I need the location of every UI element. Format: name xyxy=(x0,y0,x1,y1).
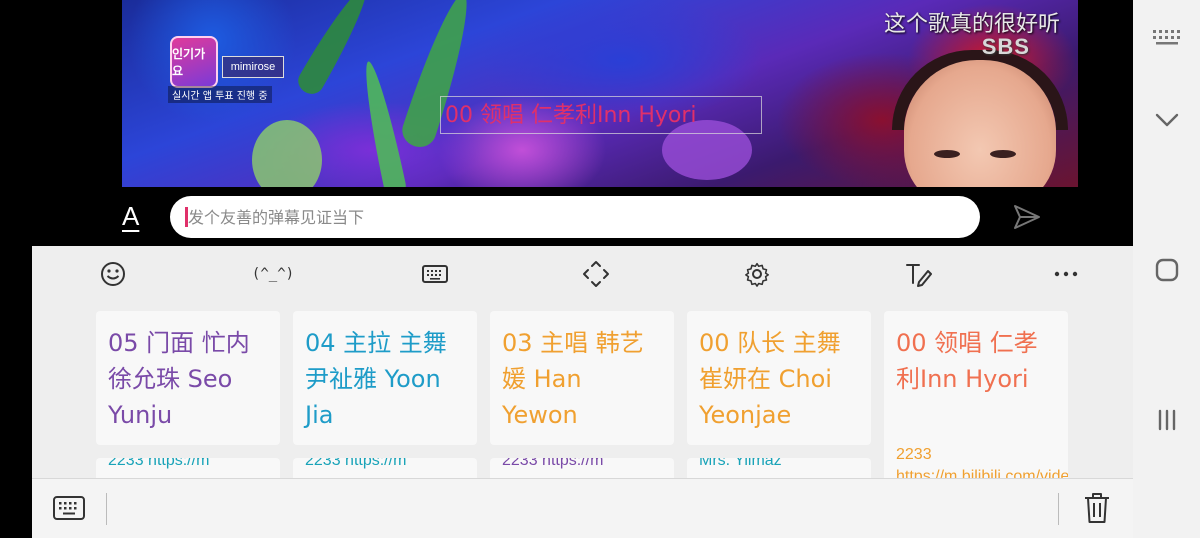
video-leaf xyxy=(357,59,409,187)
clipboard-text: 2233 https://m xyxy=(108,458,210,469)
clipboard-item[interactable]: 03 主唱 韩艺媛 Han Yewon xyxy=(490,311,674,445)
send-button[interactable] xyxy=(1012,203,1042,231)
handwriting-icon xyxy=(906,264,932,287)
trash-icon xyxy=(1085,493,1109,523)
clipboard-text: 2233 https://m xyxy=(502,458,604,469)
more-button[interactable] xyxy=(1046,256,1086,292)
show-logo: 인기가요 xyxy=(170,36,218,88)
more-icon xyxy=(1054,271,1078,277)
keyboard-switch-icon xyxy=(1153,30,1180,45)
delete-button[interactable] xyxy=(1082,491,1112,525)
recents-icon xyxy=(1158,409,1176,431)
broadcaster-logo: SBS xyxy=(981,34,1030,59)
divider xyxy=(1058,493,1059,525)
show-caption: 실시간 앱 투표 진행 중 xyxy=(168,86,272,103)
home-button[interactable] xyxy=(1151,254,1183,286)
keyboard-switch-button[interactable] xyxy=(1151,22,1183,54)
switch-keyboard-button[interactable] xyxy=(52,493,86,523)
clipboard-text: 03 主唱 韩艺媛 Han Yewon xyxy=(502,329,644,429)
show-logo-text: 인기가요 xyxy=(172,47,206,78)
handwriting-button[interactable] xyxy=(898,256,938,292)
divider xyxy=(106,493,107,525)
recents-button[interactable] xyxy=(1151,404,1183,436)
clipboard-text: 00 领唱 仁孝利Inn Hyori xyxy=(896,329,1038,393)
text-caret xyxy=(185,207,188,227)
danmaku-input[interactable] xyxy=(170,196,980,238)
move-button[interactable] xyxy=(576,256,616,292)
send-icon xyxy=(1014,205,1040,229)
chevron-down-icon xyxy=(1155,113,1179,127)
clipboard-item[interactable]: 00 队长 主舞 崔妍在 Choi Yeonjae xyxy=(687,311,871,445)
keyboard-button[interactable] xyxy=(415,256,455,292)
settings-button[interactable] xyxy=(737,256,777,292)
singer-face xyxy=(904,60,1056,187)
clipboard-text: Mrs. Yilmaz xyxy=(699,458,782,469)
move-icon xyxy=(583,261,609,287)
clipboard-text: 05 门面 忙内 徐允珠 Seo Yunju xyxy=(108,329,250,429)
clipboard-item[interactable]: 05 门面 忙内 徐允珠 Seo Yunju xyxy=(96,311,280,445)
kaomoji-button[interactable]: (^_^) xyxy=(251,256,295,292)
kaomoji-label: (^_^) xyxy=(251,266,295,282)
clipboard-text: 00 队长 主舞 崔妍在 Choi Yeonjae xyxy=(699,329,841,429)
show-name: mimirose xyxy=(222,56,284,78)
clipboard-item[interactable]: 04 主拉 主舞 尹祉雅 Yoon Jia xyxy=(293,311,477,445)
video-foliage xyxy=(252,120,322,187)
home-icon xyxy=(1155,258,1179,282)
keyboard-icon xyxy=(53,496,85,520)
keyboard-icon xyxy=(422,265,448,283)
singer-eye xyxy=(934,150,960,158)
keyboard-bottom-bar xyxy=(32,478,1133,538)
emoji-icon xyxy=(101,262,125,286)
clipboard-item[interactable]: 00 领唱 仁孝利Inn Hyori xyxy=(884,311,1068,445)
video-leaf xyxy=(293,0,377,99)
danmaku-overlay: 00 领唱 仁孝利Inn Hyori xyxy=(440,96,762,134)
system-nav-bar xyxy=(1133,0,1200,538)
emoji-button[interactable] xyxy=(93,256,133,292)
clipboard-text: 2233 https://m xyxy=(305,458,407,469)
font-style-button[interactable]: A xyxy=(122,201,139,232)
singer-eye xyxy=(990,150,1016,158)
settings-icon xyxy=(745,262,769,287)
video-watermark: 这个歌真的很好听 xyxy=(883,12,1060,37)
danmaku-input-bar: A xyxy=(32,187,1133,246)
keyboard-panel: (^_^) 05 门面 忙内 徐允珠 Seo Yunju 04 主拉 主舞 尹祉… xyxy=(32,246,1133,538)
clipboard-text: 04 主拉 主舞 尹祉雅 Yoon Jia xyxy=(305,329,447,429)
hide-keyboard-button[interactable] xyxy=(1151,104,1183,136)
video-player[interactable]: 这个歌真的很好听 SBS 인기가요 mimirose 실시간 앱 투표 진행 중… xyxy=(122,0,1078,187)
